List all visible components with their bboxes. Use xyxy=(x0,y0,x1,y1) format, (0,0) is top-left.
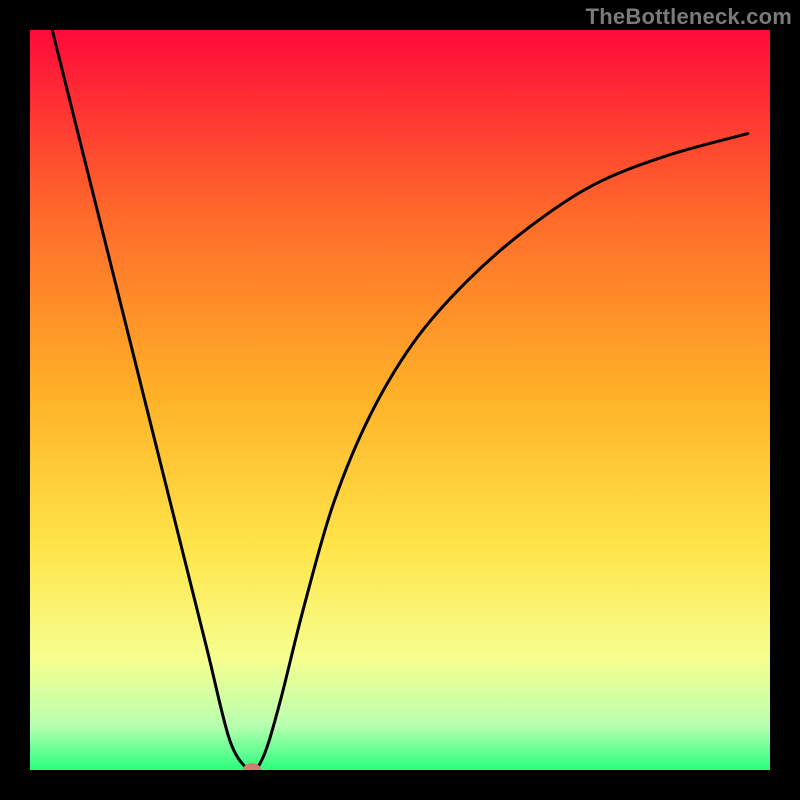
chart-frame: TheBottleneck.com xyxy=(0,0,800,800)
gradient-background xyxy=(30,30,770,770)
watermark-text: TheBottleneck.com xyxy=(586,4,792,30)
bottleneck-chart xyxy=(0,0,800,800)
optimal-point-marker xyxy=(243,763,261,777)
